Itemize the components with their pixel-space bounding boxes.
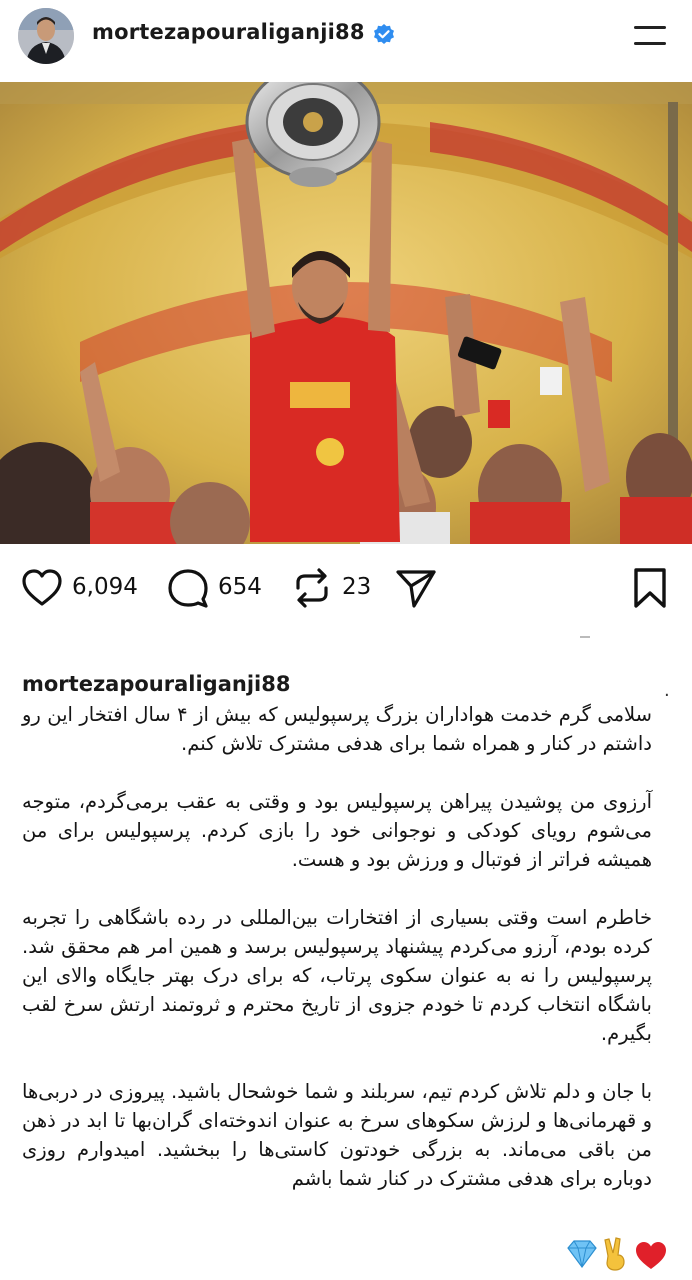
caption-paragraph: خاطرم است وقتی بسیاری از افتخارات بین‌ال… xyxy=(22,906,652,1045)
hamburger-icon xyxy=(634,26,666,29)
heart-icon xyxy=(636,1242,666,1269)
caption-paragraph: سلامی گرم خدمت هواداران بزرگ پرسپولیس که… xyxy=(22,703,652,755)
share-icon[interactable] xyxy=(394,566,438,610)
diamond-icon xyxy=(567,1240,597,1269)
avatar[interactable] xyxy=(18,8,74,64)
victory-hand-icon xyxy=(604,1237,625,1271)
divider xyxy=(580,636,590,638)
caption-username[interactable]: mortezapouraliganji88 xyxy=(22,672,290,696)
caption-dot: . xyxy=(664,680,670,701)
repost-icon[interactable] xyxy=(290,566,334,610)
verified-badge-icon xyxy=(374,24,394,44)
action-bar: 6,094 654 23 xyxy=(0,560,692,616)
caption-text: سلامی گرم خدمت هواداران بزرگ پرسپولیس که… xyxy=(22,700,652,1222)
caption-emojis xyxy=(567,1237,666,1271)
caption-paragraph: آرزوی من پوشیدن پیراهن پرسپولیس بود و وق… xyxy=(22,790,652,871)
comment-icon[interactable] xyxy=(166,566,210,610)
post-image[interactable] xyxy=(0,82,692,544)
like-icon[interactable] xyxy=(20,566,64,610)
menu-button[interactable] xyxy=(630,22,670,50)
header-username[interactable]: mortezapouraliganji88 xyxy=(92,20,365,44)
bookmark-icon[interactable] xyxy=(628,566,672,610)
repost-count[interactable]: 23 xyxy=(342,574,371,600)
hamburger-icon-line xyxy=(634,42,666,45)
comment-count[interactable]: 654 xyxy=(218,574,262,600)
caption-paragraph: با جان و دلم تلاش کردم تیم، سربلند و شما… xyxy=(22,1080,652,1190)
post-header: mortezapouraliganji88 xyxy=(0,0,692,72)
like-count[interactable]: 6,094 xyxy=(72,574,138,600)
